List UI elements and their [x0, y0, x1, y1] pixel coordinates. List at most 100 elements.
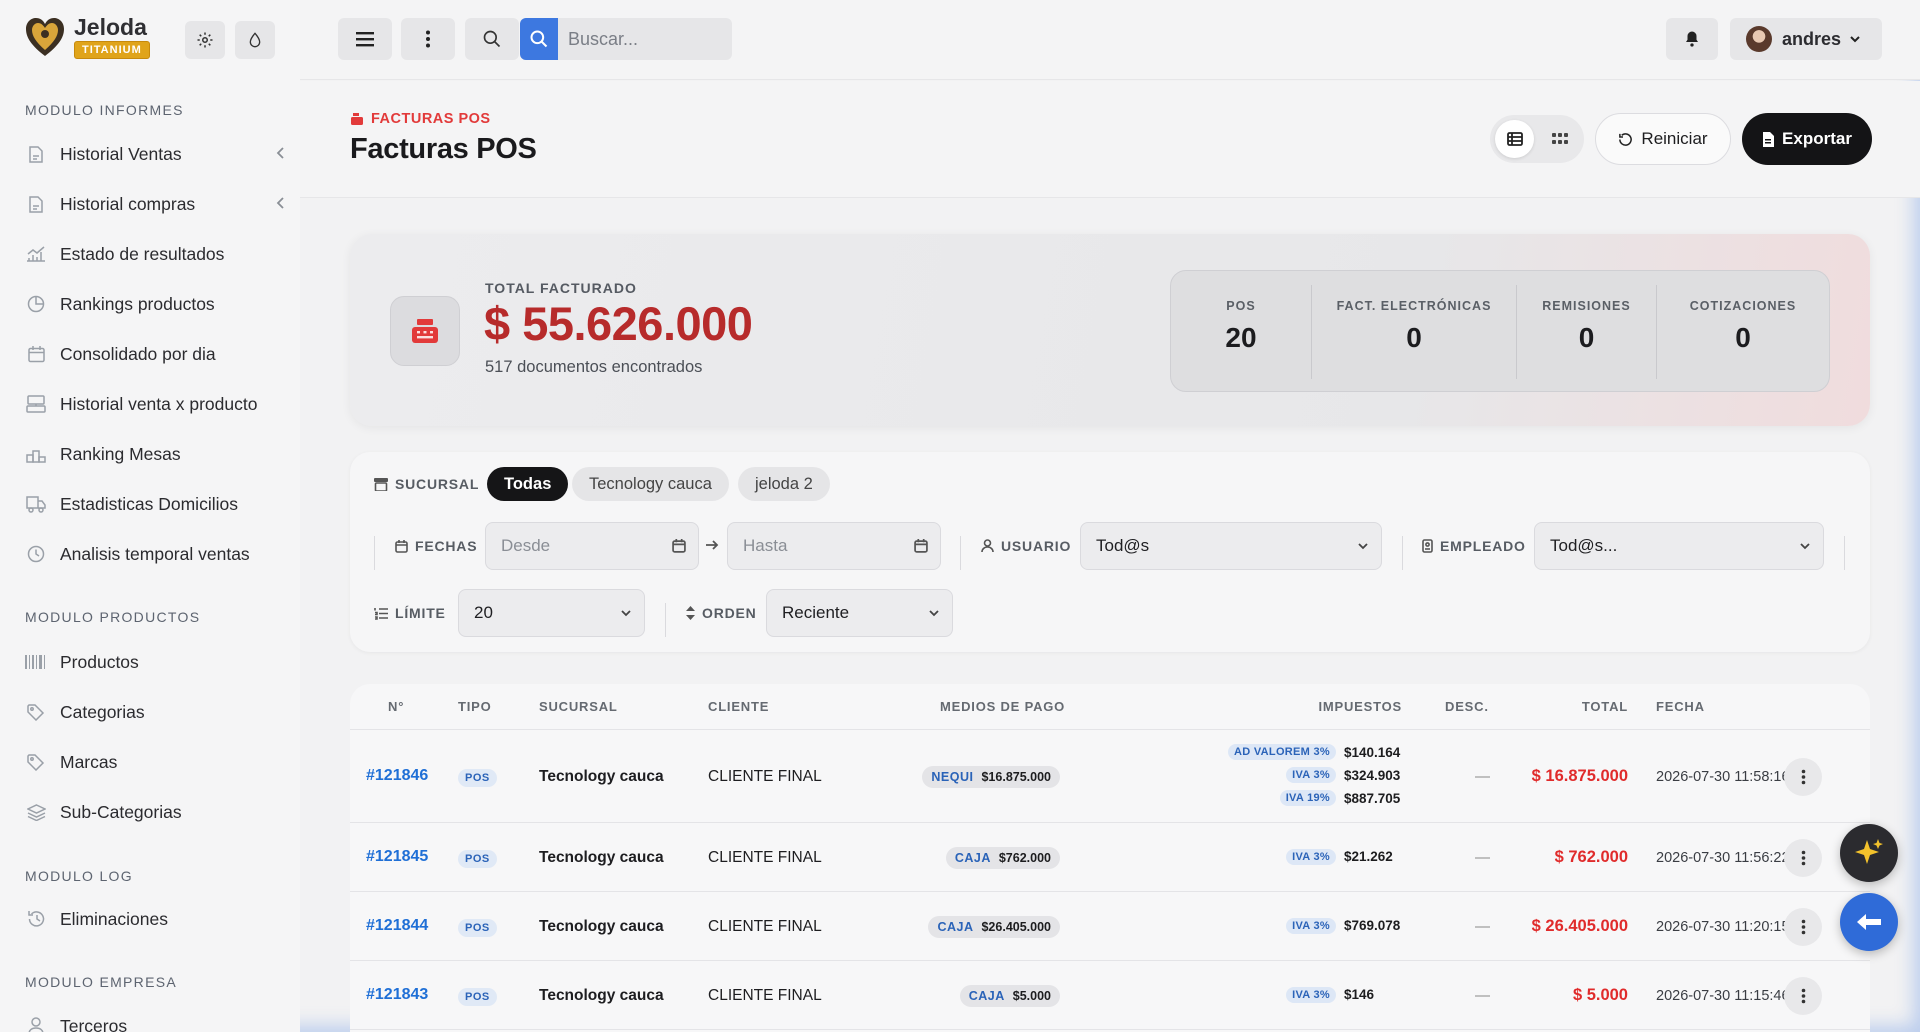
sidebar-item-estadisticas-domicilios[interactable]: Estadisticas Domicilios: [25, 484, 285, 524]
search-input[interactable]: [558, 18, 732, 60]
col-payment[interactable]: MEDIOS DE PAGO: [940, 699, 1065, 714]
total-cell: $ 762.000: [1554, 847, 1628, 866]
table-row[interactable]: #121845 POS Tecnology cauca CLIENTE FINA…: [350, 823, 1870, 892]
type-badge-wrap: POS: [458, 849, 497, 868]
stat-value: 0: [1735, 322, 1751, 353]
payment-amount: $762.000: [998, 850, 1051, 865]
search-submit-button[interactable]: [520, 18, 558, 60]
col-number[interactable]: N°: [388, 699, 404, 714]
chevron-down-icon: [1850, 36, 1860, 43]
row-actions-button[interactable]: [1784, 976, 1822, 1015]
sidebar-item-sub-categorias[interactable]: Sub-Categorias: [25, 792, 285, 832]
sidebar-item-productos[interactable]: Productos: [25, 642, 285, 682]
branch-cell: Tecnology cauca: [539, 917, 664, 935]
date-from-input[interactable]: Desde: [485, 522, 699, 570]
limit-select[interactable]: 20: [458, 589, 645, 637]
settings-button[interactable]: [185, 21, 225, 59]
droplet-icon: [249, 32, 261, 48]
ai-assistant-button[interactable]: [1840, 824, 1898, 882]
search-toggle-button[interactable]: [465, 18, 519, 60]
brand[interactable]: Jeloda TITANIUM: [24, 14, 150, 60]
sidebar-item-label: Estado de resultados: [60, 243, 225, 264]
stat-pos: POS 20: [1171, 271, 1311, 391]
sidebar-item-terceros[interactable]: Terceros: [25, 1006, 285, 1032]
user-select[interactable]: Tod@s: [1080, 522, 1382, 570]
col-discount[interactable]: DESC.: [1445, 699, 1489, 714]
sidebar-item-ranking-mesas[interactable]: Ranking Mesas: [25, 434, 285, 474]
invoice-number-link[interactable]: #121845: [366, 848, 428, 866]
kebab-vertical-icon: [1801, 850, 1805, 865]
branch-chip-tecnology-cauca[interactable]: Tecnology cauca: [572, 467, 729, 501]
brand-name: Jeloda: [74, 14, 147, 40]
sidebar-item-categorias[interactable]: Categorias: [25, 692, 285, 732]
calendar-icon: [672, 539, 686, 553]
sidebar-section-title: MODULO LOG: [25, 868, 133, 884]
notifications-button[interactable]: [1666, 18, 1718, 60]
total-value: $ 55.626.000: [484, 297, 753, 350]
sidebar-item-analisis-temporal-ventas[interactable]: Analisis temporal ventas: [25, 534, 285, 574]
stat-value: 0: [1406, 322, 1422, 353]
sidebar-item-historial-venta-x-producto[interactable]: Historial venta x producto: [25, 384, 285, 424]
grid-view-button[interactable]: [1540, 120, 1579, 158]
menu-toggle-button[interactable]: [338, 18, 392, 60]
chevron-left-icon: [276, 196, 285, 213]
sidebar-item-estado-de-resultados[interactable]: Estado de resultados: [25, 234, 285, 274]
col-taxes[interactable]: IMPUESTOS: [1318, 699, 1402, 714]
bell-icon: [1686, 31, 1698, 47]
invoice-number-link[interactable]: #121843: [366, 986, 428, 1004]
reset-button[interactable]: Reiniciar: [1595, 113, 1731, 165]
branch-chip-jeloda-2[interactable]: jeloda 2: [738, 467, 830, 501]
row-actions-button[interactable]: [1784, 838, 1822, 877]
date-to-input[interactable]: Hasta: [727, 522, 941, 570]
row-actions-button[interactable]: [1784, 907, 1822, 946]
more-options-button[interactable]: [401, 18, 455, 60]
user-menu-button[interactable]: andres: [1730, 18, 1882, 60]
back-button[interactable]: [1840, 893, 1898, 951]
discount-cell: —: [1475, 848, 1490, 866]
sidebar-item-consolidado-por-dia[interactable]: Consolidado por dia: [25, 334, 285, 374]
breadcrumb: FACTURAS POS: [350, 111, 491, 127]
sidebar-item-label: Analisis temporal ventas: [60, 543, 250, 564]
sidebar-item-historial-compras[interactable]: Historial compras: [25, 184, 285, 224]
col-client[interactable]: CLIENTE: [708, 699, 769, 714]
col-date[interactable]: FECHA: [1656, 699, 1705, 714]
col-total[interactable]: TOTAL: [1582, 699, 1628, 714]
page-header: FACTURAS POS Facturas POS Reiniciar Expo…: [300, 81, 1920, 198]
table-row[interactable]: #121844 POS Tecnology cauca CLIENTE FINA…: [350, 892, 1870, 961]
branch-cell: Tecnology cauca: [539, 848, 664, 866]
branch-chip-all[interactable]: Todas: [487, 467, 569, 501]
row-actions-button[interactable]: [1784, 757, 1822, 796]
sidebar-item-marcas[interactable]: Marcas: [25, 742, 285, 782]
user-filter-label: USUARIO: [981, 538, 1071, 554]
refresh-icon: [1619, 132, 1633, 146]
stat-label: REMISIONES: [1542, 299, 1631, 313]
filters-panel: SUCURSAL Todas Tecnology cauca jeloda 2 …: [350, 452, 1870, 652]
table-row[interactable]: #121846 POS Tecnology cauca CLIENTE FINA…: [350, 730, 1870, 823]
store-icon: [374, 477, 388, 491]
col-branch[interactable]: SUCURSAL: [539, 699, 618, 714]
export-button[interactable]: Exportar: [1742, 113, 1872, 165]
view-toggle: [1490, 115, 1584, 163]
col-type[interactable]: TIPO: [458, 699, 492, 714]
payment-method: CAJA: [954, 850, 991, 865]
type-badge-wrap: POS: [458, 768, 497, 787]
table-row[interactable]: #121843 POS Tecnology cauca CLIENTE FINA…: [350, 961, 1870, 1030]
invoice-number-link[interactable]: #121846: [366, 767, 428, 785]
sidebar-item-eliminaciones[interactable]: Eliminaciones: [25, 899, 285, 939]
stat-electronic-invoices: FACT. ELECTRÓNICAS 0: [1311, 285, 1516, 379]
user-icon: [25, 1015, 47, 1032]
tax-type-badge: IVA 3%: [1286, 986, 1336, 1003]
user-icon: [981, 539, 994, 553]
table-view-button[interactable]: [1495, 120, 1534, 158]
theme-button[interactable]: [235, 21, 275, 59]
kebab-vertical-icon: [1801, 769, 1805, 784]
pie-icon: [25, 293, 47, 315]
order-select[interactable]: Reciente: [766, 589, 953, 637]
payment-badge: NEQUI $16.875.000: [922, 765, 1060, 788]
sidebar-item-rankings-productos[interactable]: Rankings productos: [25, 284, 285, 324]
invoice-number-link[interactable]: #121844: [366, 917, 428, 935]
chart-icon: [25, 243, 47, 265]
register-icon: [25, 393, 47, 415]
employee-select[interactable]: Tod@s...: [1534, 522, 1824, 570]
sidebar-item-historial-ventas[interactable]: Historial Ventas: [25, 134, 285, 174]
